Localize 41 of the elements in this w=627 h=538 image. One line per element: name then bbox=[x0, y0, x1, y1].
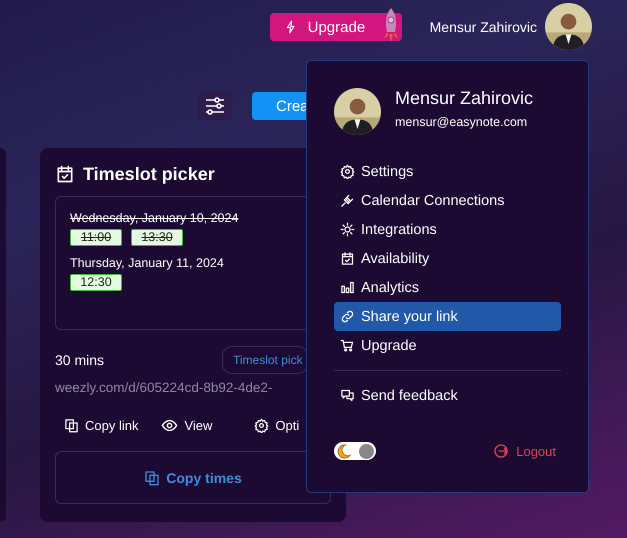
calendar-icon bbox=[55, 164, 75, 184]
logout-button[interactable]: Logout bbox=[493, 443, 556, 459]
cart-icon bbox=[340, 338, 355, 353]
sun-icon bbox=[340, 222, 355, 237]
menu-item[interactable]: Calendar Connections bbox=[334, 186, 561, 215]
bar-chart-icon bbox=[340, 280, 355, 295]
menu-item[interactable]: Send feedback bbox=[334, 381, 561, 410]
user-name: Mensur Zahirovic bbox=[430, 18, 537, 34]
action-button[interactable]: Opti bbox=[254, 418, 300, 432]
menu-item[interactable]: Integrations bbox=[334, 215, 561, 244]
profile-name: Mensur Zahirovic bbox=[395, 88, 534, 109]
duration-label: 30 mins bbox=[55, 352, 106, 368]
menu-item[interactable]: Settings bbox=[334, 157, 561, 186]
logout-icon bbox=[493, 443, 510, 459]
upgrade-button[interactable]: Upgrade bbox=[270, 13, 402, 41]
link-url: weezly.com/d/605224cd-8b92-4de2- bbox=[55, 380, 274, 395]
menu-item[interactable]: Analytics bbox=[334, 273, 561, 302]
filter-button[interactable] bbox=[198, 92, 232, 120]
time-slot[interactable]: 12:30 bbox=[70, 274, 122, 291]
profile-email: mensur@easynote.com bbox=[395, 115, 528, 129]
sliders-icon bbox=[205, 97, 225, 115]
action-button[interactable]: View bbox=[161, 416, 212, 434]
menu-item[interactable]: Share your link bbox=[334, 302, 561, 331]
calendar-icon bbox=[340, 251, 355, 266]
avatar bbox=[334, 88, 381, 135]
chat-icon bbox=[340, 388, 355, 403]
copy-icon bbox=[144, 470, 160, 486]
copy-icon bbox=[64, 418, 79, 432]
theme-toggle[interactable] bbox=[334, 442, 376, 460]
moon-icon bbox=[336, 444, 351, 458]
rocket-icon bbox=[382, 7, 400, 43]
link-icon bbox=[340, 309, 355, 324]
action-button[interactable]: Copy link bbox=[64, 418, 138, 432]
gear-icon bbox=[340, 164, 355, 179]
card-title: Timeslot picker bbox=[83, 164, 215, 184]
date-label: Thursday, January 11, 2024 bbox=[70, 256, 225, 270]
date-label: Wednesday, January 10, 2024 bbox=[70, 211, 240, 225]
gear-icon bbox=[254, 418, 270, 432]
menu-item[interactable]: Availability bbox=[334, 244, 561, 273]
avatar bbox=[545, 3, 592, 50]
menu-item[interactable]: Upgrade bbox=[334, 331, 561, 360]
